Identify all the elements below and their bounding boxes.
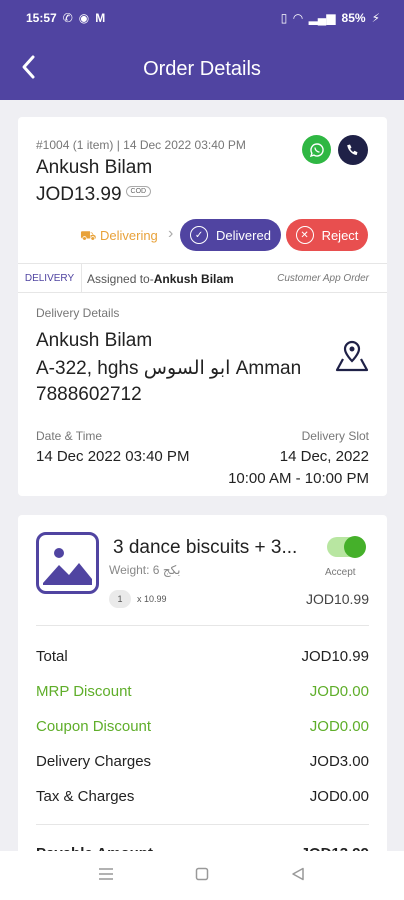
delivering-label: Delivering [99,228,158,243]
close-circle-icon: ✕ [295,226,314,244]
summary-value: JOD10.99 [301,648,369,665]
order-source: Customer App Order [277,273,369,284]
system-nav-bar [0,851,404,900]
reject-button[interactable]: ✕ Reject [286,219,368,251]
delivery-phone[interactable]: 7888602712 [36,384,142,406]
summary-label: Tax & Charges [36,788,135,805]
summary-label: Total [36,648,68,665]
divider [36,824,369,825]
phone-icon[interactable] [338,135,368,165]
items-card: 3 dance biscuits + 3... Weight: 6 بكج 1 … [18,515,387,855]
delivered-button[interactable]: ✓ Delivered [180,219,281,251]
summary-row-mrp-discount: MRP Discount JOD0.00 [36,683,369,703]
app-notification-icon: ◉ [78,11,90,25]
summary-row-tax: Tax & Charges JOD0.00 [36,788,369,808]
accept-toggle[interactable] [327,536,366,558]
payment-badge: COD [125,186,152,197]
assigned-prefix: Assigned to- [87,272,154,286]
order-amount: JOD13.99 [36,184,122,205]
top-bar: Order Details [0,52,404,88]
delivery-slot-date: 14 Dec, 2022 [279,448,369,465]
product-total: JOD10.99 [305,591,369,607]
reject-label: Reject [321,227,359,243]
date-time-value: 14 Dec 2022 03:40 PM [36,448,190,465]
battery-level: 85% [341,11,366,25]
delivery-address: A-322, hghs ابو السوس Amman [36,358,302,379]
summary-value: JOD3.00 [309,753,369,770]
product-unit-price: x 10.99 [137,594,167,604]
vibrate-icon: ▯ [280,11,288,25]
product-quantity: 1 [109,590,131,608]
image-placeholder-icon [36,532,99,594]
status-time: 15:57 [26,11,57,25]
accept-label: Accept [325,567,356,578]
delivery-slot-label: Delivery Slot [301,429,369,443]
order-amount-row: JOD13.99 COD [36,184,152,206]
customer-name: Ankush Bilam [36,157,153,178]
chevron-right-icon: › [168,225,174,242]
map-pin-icon[interactable] [334,339,370,373]
truck-icon: ⛟ [80,228,97,243]
order-meta: #1004 (1 item) | 14 Dec 2022 03:40 PM [36,138,246,152]
product-weight: Weight: 6 بكج [109,563,181,577]
assigned-to: Assigned to-Ankush Bilam [87,272,234,286]
divider [36,625,369,626]
summary-row-total: Total JOD10.99 [36,648,369,668]
delivered-label: Delivered [216,227,271,243]
menu-nav-icon[interactable] [98,867,114,886]
date-time-label: Date & Time [36,429,103,443]
check-circle-icon: ✓ [190,226,209,244]
summary-label: Delivery Charges [36,753,152,770]
whatsapp-notification-icon: ✆ [62,11,73,25]
summary-label: MRP Discount [36,683,132,700]
summary-label: Coupon Discount [36,718,152,735]
home-nav-icon[interactable] [195,867,209,886]
order-status-row: ⛟ Delivering › ✓ Delivered ✕ Reject [18,219,387,251]
page-title: Order Details [143,58,261,80]
status-bar: 15:57 ✆ ◉ M ▯ ◠ ▂▄▆ 85% ⚡ [26,8,380,28]
summary-value: JOD0.00 [309,788,369,805]
order-card: #1004 (1 item) | 14 Dec 2022 03:40 PM An… [18,117,387,496]
app-header: 15:57 ✆ ◉ M ▯ ◠ ▂▄▆ 85% ⚡ Order Details [0,0,404,100]
delivering-status: ⛟ Delivering [80,228,158,246]
toggle-knob [344,536,366,558]
battery-charging-icon: ⚡ [371,11,380,25]
signal-icon: ▂▄▆ [308,11,336,25]
summary-value: JOD0.00 [309,683,369,700]
delivery-details-label: Delivery Details [36,306,120,320]
product-name: 3 dance biscuits + 3... [113,537,298,558]
summary-row-delivery-charges: Delivery Charges JOD3.00 [36,753,369,773]
summary-row-coupon-discount: Coupon Discount JOD0.00 [36,718,369,738]
assigned-name: Ankush Bilam [153,272,234,286]
whatsapp-icon[interactable] [302,135,331,164]
assignment-row: DELIVERY Assigned to-Ankush Bilam Custom… [18,263,387,293]
summary-value: JOD0.00 [309,718,369,735]
back-nav-icon[interactable] [291,867,305,886]
delivery-name: Ankush Bilam [36,330,153,351]
delivery-slot-time: 10:00 AM - 10:00 PM [228,470,369,487]
wifi-icon: ◠ [293,11,303,25]
gmail-notification-icon: M [95,11,106,25]
delivery-type-badge: DELIVERY [18,264,82,293]
